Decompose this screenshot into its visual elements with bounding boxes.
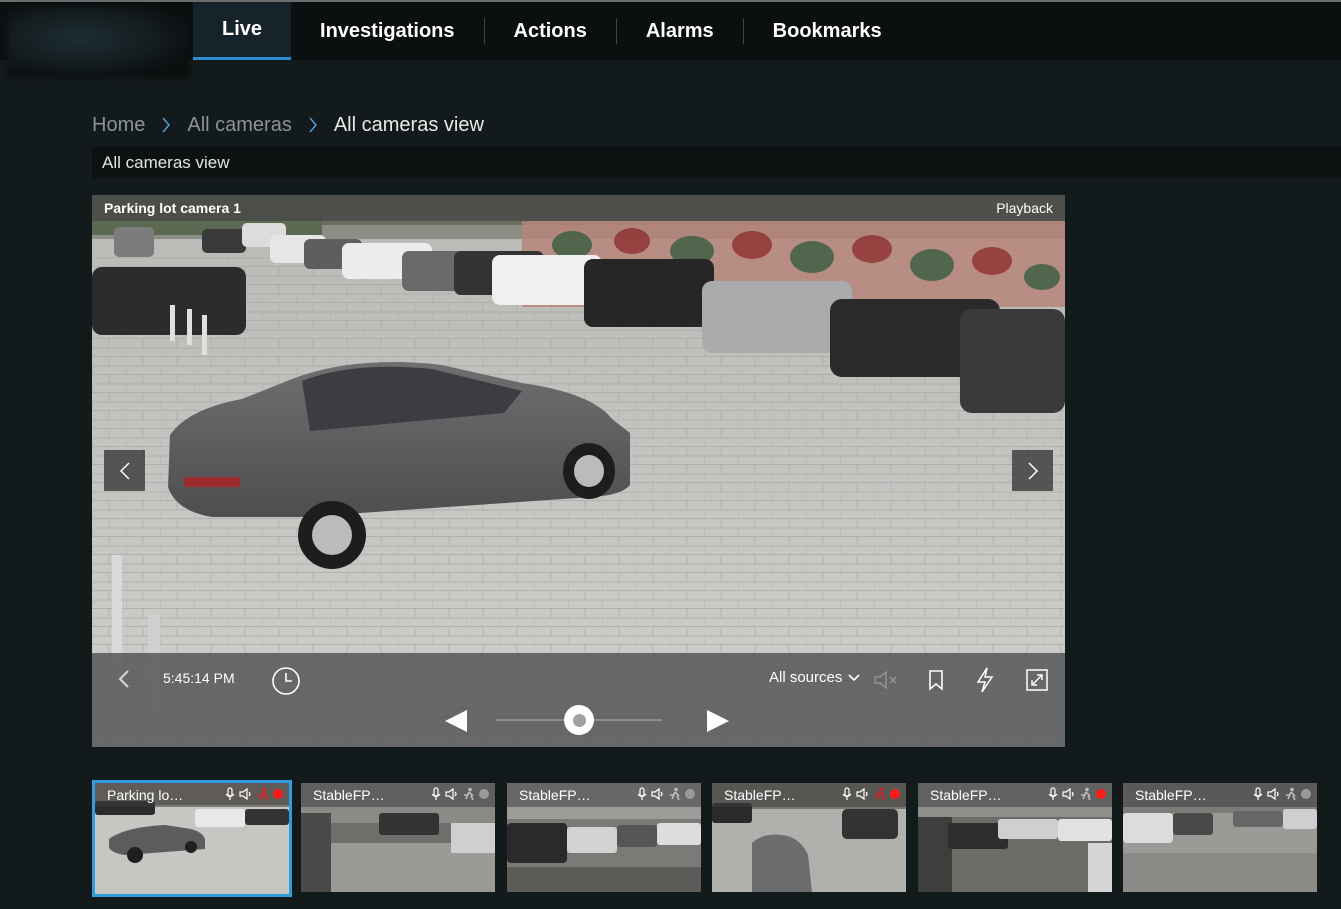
thumbnail-status-icons [225,787,283,801]
nav-tab-alarms[interactable]: Alarms [617,2,743,60]
motion-event-icon [875,787,885,801]
logo [8,6,190,78]
playback-mode-label: Playback [996,200,1053,216]
speaker-icon [651,787,663,801]
microphone-icon [842,787,852,800]
thumbnail-camera-name: StableFPS_... [519,787,599,803]
recording-indicator-icon [1096,789,1106,799]
microphone-icon [225,787,235,800]
main-nav: Live Investigations Actions Alarms Bookm… [193,2,911,60]
microphone-icon [1253,787,1263,800]
previous-camera-button[interactable] [104,450,145,491]
nav-tab-label: Alarms [645,19,714,42]
trigger-action-button[interactable] [972,665,998,695]
camera-thumbnail-strip: Parking lot ... StableFPS_... StableFPS_… [92,780,1341,899]
speaker-icon [239,787,251,801]
view-title: All cameras view [102,152,230,172]
microphone-icon [1048,787,1058,800]
recording-indicator-icon [1301,789,1311,799]
microphone-icon [637,787,647,800]
thumbnail-status-icons [1253,787,1311,801]
collapse-controls-button[interactable] [114,667,134,691]
thumbnail-status-icons [431,787,489,801]
bookmark-icon [929,670,943,691]
motion-event-icon [1286,787,1296,801]
thumbnail-camera-name: StableFPS_... [724,787,804,803]
camera-thumbnail[interactable]: StableFPS_... [1123,783,1317,892]
motion-event-icon [464,787,474,801]
motion-event-icon [670,787,680,801]
clock-icon [272,667,300,695]
nav-tab-label: Bookmarks [772,19,882,42]
nav-tab-label: Actions [513,19,587,42]
thumbnail-status-icons [637,787,695,801]
camera-name: Parking lot camera 1 [104,200,241,216]
camera-player[interactable]: Parking lot camera 1 Playback 5:45:14 PM… [92,195,1065,747]
camera-thumbnail[interactable]: StableFPS_... [918,783,1112,892]
sources-dropdown[interactable]: All sources [769,669,860,686]
thumbnail-camera-name: Parking lot ... [107,787,187,803]
recording-indicator-icon [890,789,900,799]
nav-tab-live[interactable]: Live [193,2,292,60]
top-navigation-bar: Live Investigations Actions Alarms Bookm… [0,0,1341,78]
chevron-right-icon [161,117,171,133]
recording-indicator-icon [479,789,489,799]
playback-controls: 5:45:14 PM All sources [92,653,1065,747]
thumbnail-status-icons [1048,787,1106,801]
breadcrumb: Home All cameras All cameras view [92,112,484,138]
play-forward-button[interactable] [702,705,734,737]
speaker-muted-icon [874,670,897,690]
nav-tab-label: Live [222,18,263,40]
nav-tab-label: Investigations [320,19,455,42]
playback-time: 5:45:14 PM [163,670,235,686]
lightning-icon [976,667,994,693]
thumbnail-camera-name: StableFPS_... [1135,787,1215,803]
breadcrumb-current: All cameras view [333,113,484,136]
nav-tab-investigations[interactable]: Investigations [291,2,483,60]
chevron-down-icon [848,673,860,681]
play-reverse-icon [445,710,467,732]
breadcrumb-home[interactable]: Home [92,114,145,137]
chevron-left-icon [119,461,130,480]
time-picker-button[interactable] [270,665,302,697]
chevron-right-icon [1027,461,1038,480]
camera-thumbnail[interactable]: Parking lot ... [92,780,292,897]
motion-event-icon [1081,787,1091,801]
speaker-icon [445,787,457,801]
nav-tab-bookmarks[interactable]: Bookmarks [744,2,911,60]
next-camera-button[interactable] [1012,450,1053,491]
camera-thumbnail[interactable]: StableFPS_... [301,783,495,892]
play-icon [707,710,729,732]
camera-thumbnail[interactable]: StableFPS_... [507,783,701,892]
bookmark-button[interactable] [924,666,948,694]
motion-event-icon [258,787,268,801]
camera-title-bar: Parking lot camera 1 Playback [92,195,1065,221]
thumbnail-camera-name: StableFPS_... [930,787,1010,803]
speaker-icon [1062,787,1074,801]
chevron-left-icon [118,670,129,688]
sources-dropdown-label: All sources [769,669,843,686]
mute-button[interactable] [872,667,900,693]
thumbnail-camera-name: StableFPS_... [313,787,393,803]
microphone-icon [431,787,441,800]
chevron-right-icon [308,117,318,133]
play-reverse-button[interactable] [440,705,472,737]
speaker-icon [856,787,868,801]
thumbnail-status-icons [842,787,900,801]
nav-tab-actions[interactable]: Actions [485,2,616,60]
speaker-icon [1267,787,1279,801]
breadcrumb-all-cameras[interactable]: All cameras [187,114,291,137]
fullscreen-button[interactable] [1022,665,1052,695]
recording-indicator-icon [273,789,283,799]
view-title-bar: All cameras view [92,147,1341,178]
fullscreen-icon [1026,669,1048,691]
playback-speed-slider-knob[interactable] [564,705,594,735]
camera-thumbnail[interactable]: StableFPS_... [712,783,906,892]
recording-indicator-icon [685,789,695,799]
